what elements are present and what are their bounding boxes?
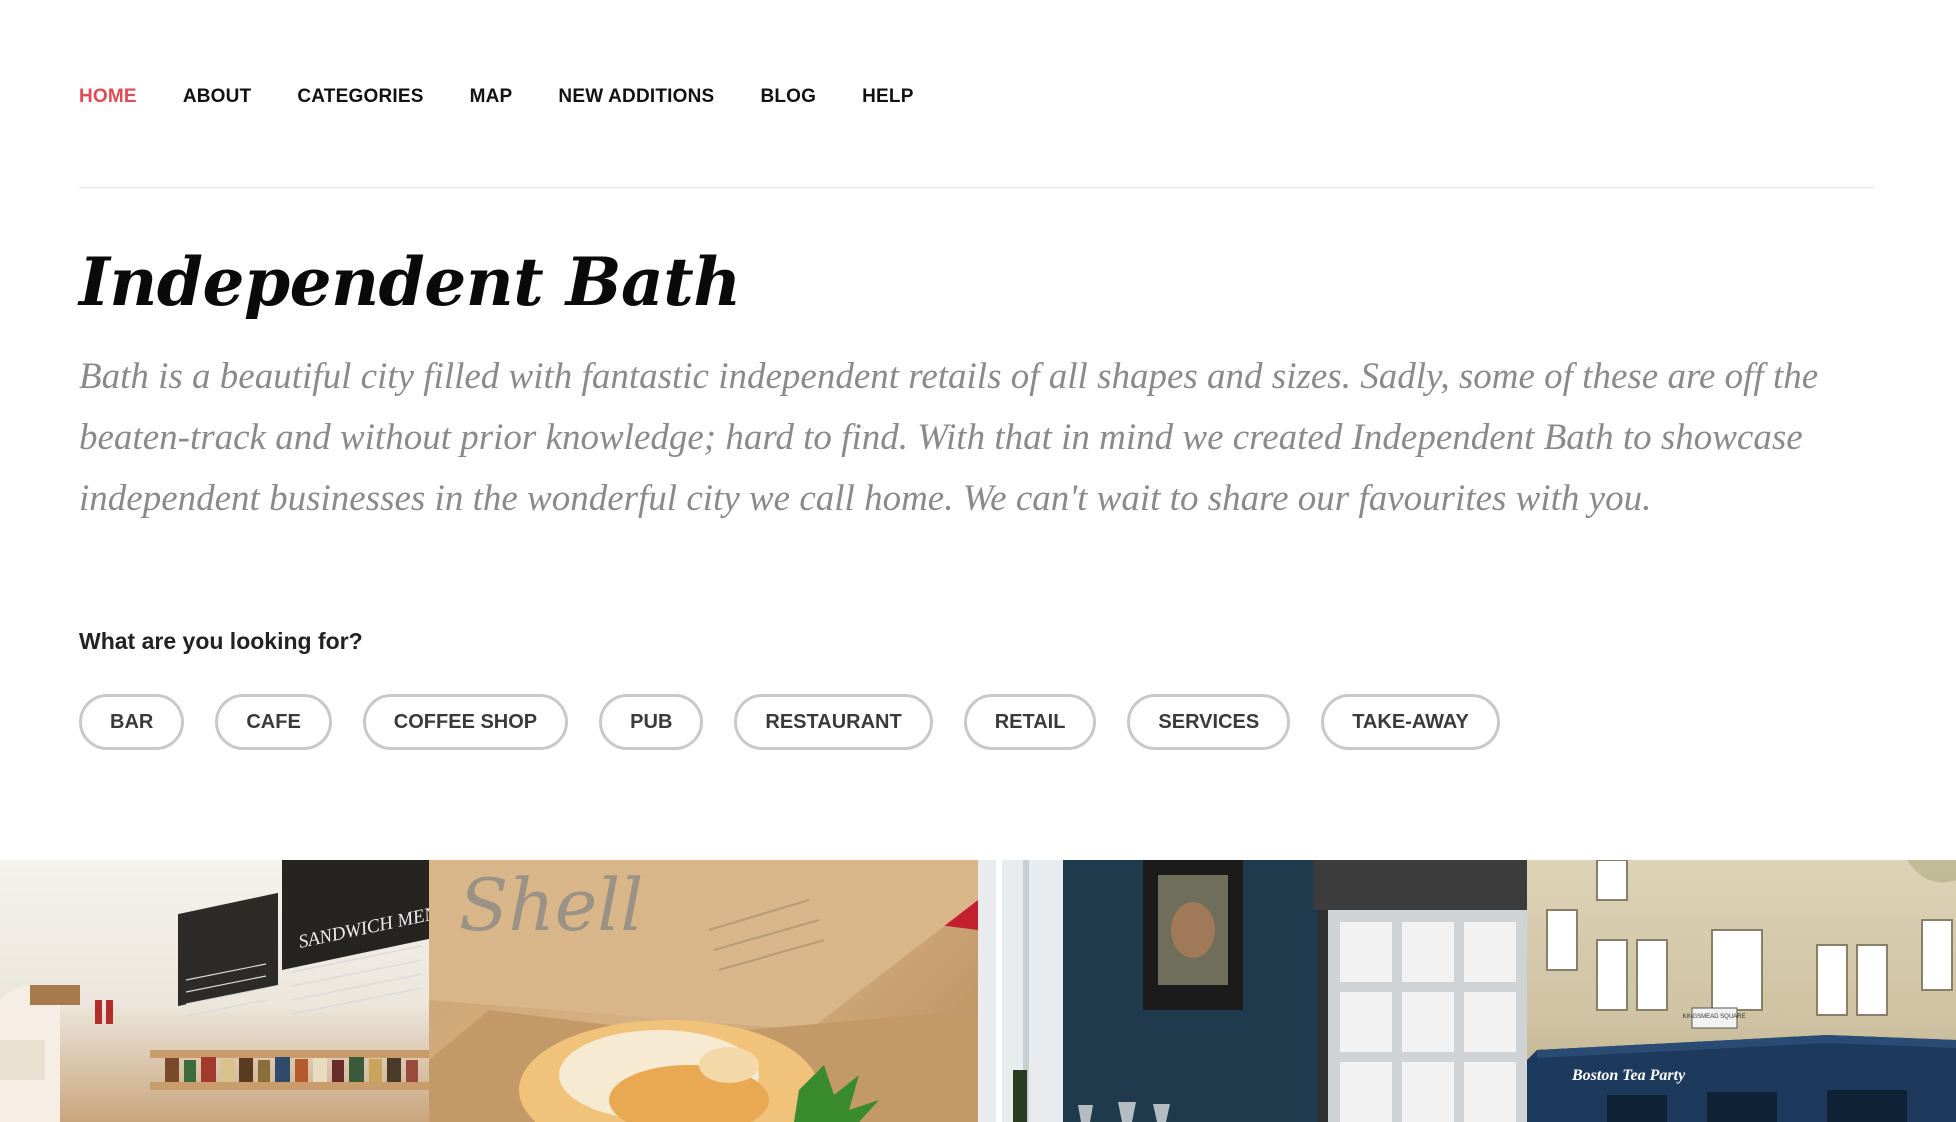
category-cafe-button[interactable]: CAFE — [215, 694, 332, 750]
nav-map[interactable]: MAP — [470, 86, 513, 108]
storefront-sign-text: Boston Tea Party — [1571, 1067, 1686, 1084]
restaurant-illustration — [978, 860, 1527, 1122]
nav-categories[interactable]: CATEGORIES — [297, 86, 423, 108]
street-sign-text: KINGSMEAD SQUARE — [1682, 1014, 1745, 1020]
fish-and-chips-photo[interactable]: Shell — [429, 860, 978, 1122]
storefront-illustration: KINGSMEAD SQUARE Boston Tea Party — [1527, 860, 1956, 1122]
restaurant-interior-photo[interactable] — [978, 860, 1527, 1122]
nav-about[interactable]: ABOUT — [183, 86, 252, 108]
nav-blog[interactable]: BLOG — [760, 86, 816, 108]
category-pub-button[interactable]: PUB — [599, 694, 704, 750]
intro-paragraph: Bath is a beautiful city filled with fan… — [79, 356, 1819, 519]
boston-tea-party-photo[interactable]: KINGSMEAD SQUARE Boston Tea Party — [1527, 860, 1956, 1122]
nav-new-additions[interactable]: NEW ADDITIONS — [558, 86, 714, 108]
category-take-away-button[interactable]: TAKE-AWAY — [1321, 694, 1500, 750]
category-bar-button[interactable]: BAR — [79, 694, 185, 750]
deli-illustration: SANDWICH MENU — [0, 860, 429, 1122]
category-filters: BAR CAFE COFFEE SHOP PUB RESTAURANT RETA… — [79, 694, 1531, 750]
photo-gallery: SANDWICH MENU Shell KINGSMEAD SQUARE Bos… — [0, 860, 1956, 1122]
category-services-button[interactable]: SERVICES — [1127, 694, 1291, 750]
main-nav: HOME ABOUT CATEGORIES MAP NEW ADDITIONS … — [79, 82, 960, 112]
nav-divider — [79, 187, 1875, 188]
category-restaurant-button[interactable]: RESTAURANT — [734, 694, 933, 750]
box-logo-text: Shell — [459, 863, 643, 947]
nav-help[interactable]: HELP — [862, 86, 913, 108]
fish-and-chips-illustration: Shell — [429, 860, 978, 1122]
category-retail-button[interactable]: RETAIL — [963, 694, 1097, 750]
sandwich-deli-photo[interactable]: SANDWICH MENU — [0, 860, 429, 1122]
nav-home[interactable]: HOME — [79, 86, 137, 108]
category-coffee-shop-button[interactable]: COFFEE SHOP — [362, 694, 569, 750]
page-title: Independent Bath — [79, 243, 741, 321]
search-question: What are you looking for? — [79, 628, 363, 654]
